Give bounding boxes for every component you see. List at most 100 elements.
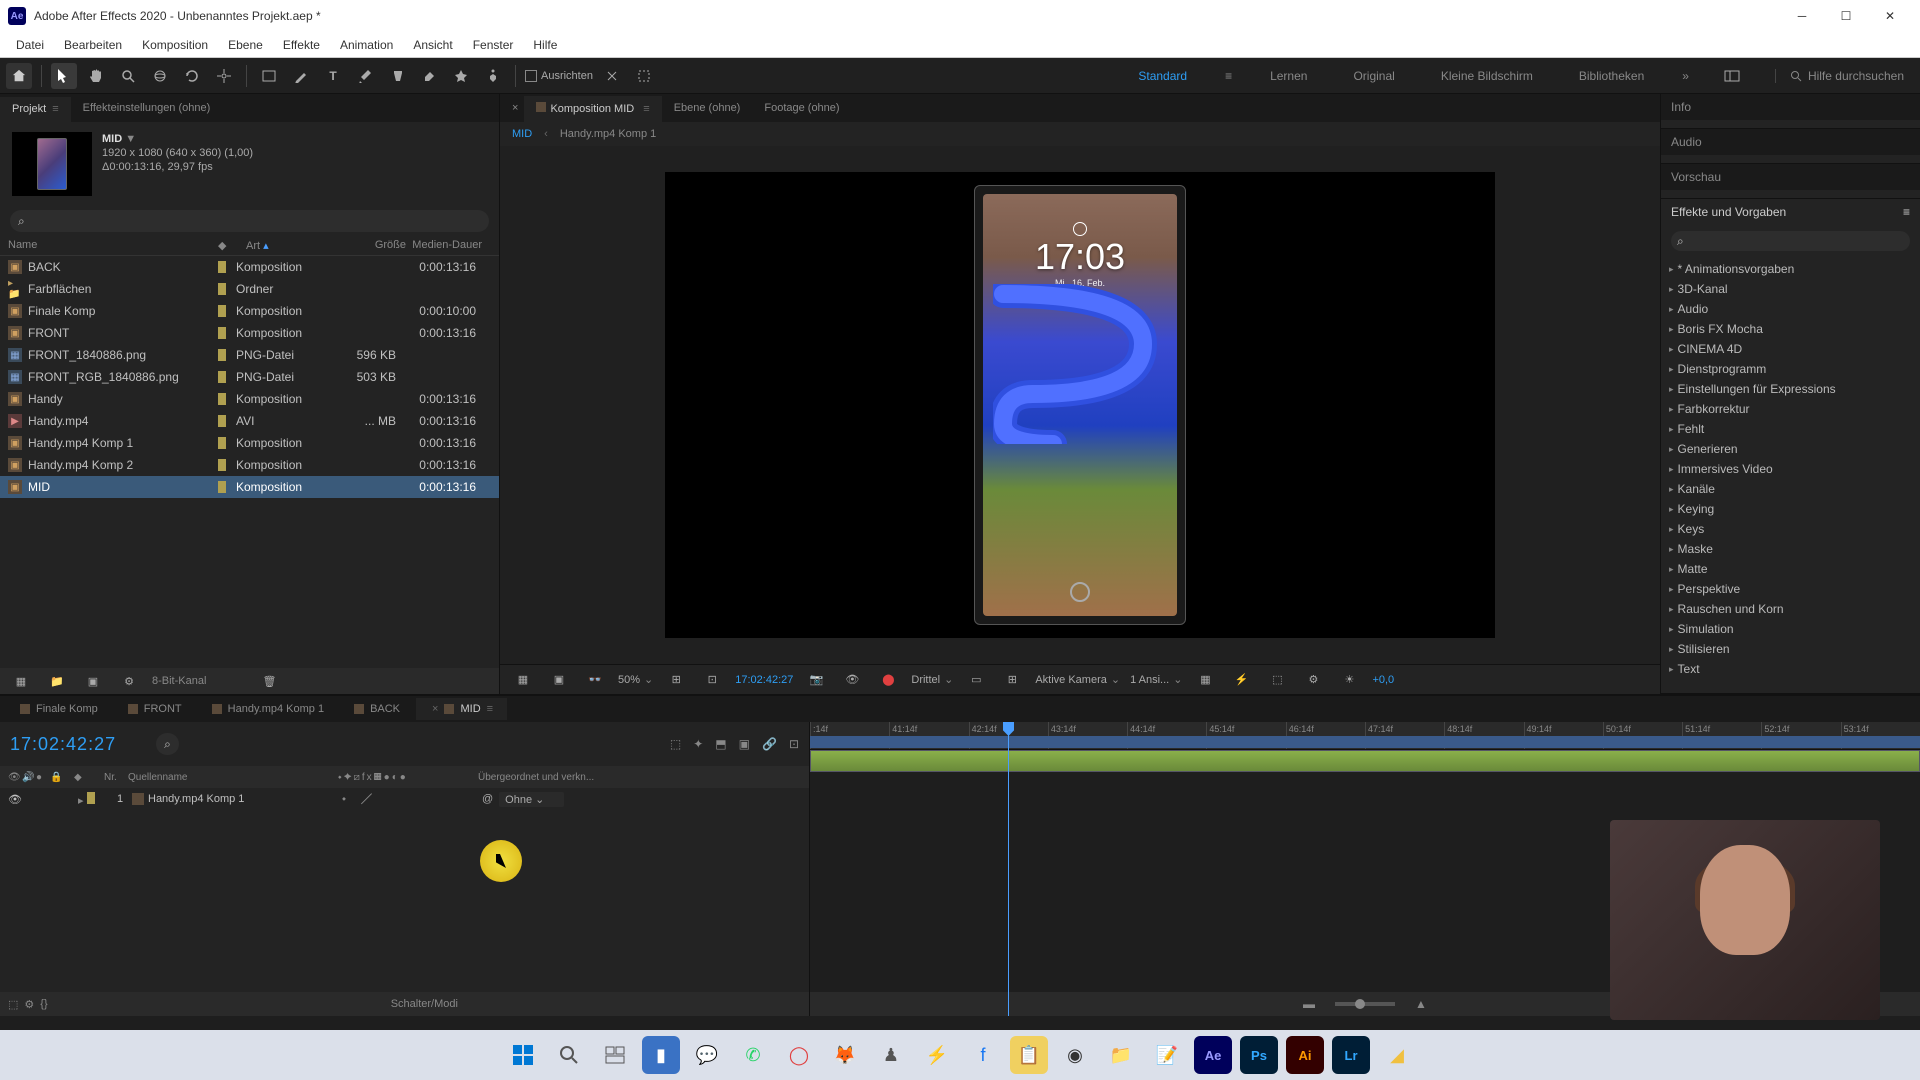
time-ruler[interactable]: :14f41:14f42:14f43:14f44:14f45:14f46:14f… <box>810 722 1920 750</box>
whatsapp-icon[interactable]: ✆ <box>734 1036 772 1074</box>
roto-tool[interactable] <box>448 63 474 89</box>
project-item[interactable]: ▣Handy.mp4 Komp 1Komposition0:00:13:16 <box>0 432 499 454</box>
task-view-button[interactable] <box>596 1036 634 1074</box>
panel-tab-info[interactable]: Info <box>1661 94 1920 120</box>
workspace-overflow-icon[interactable]: » <box>1682 69 1689 83</box>
col-lock-icon[interactable]: 🔒 <box>50 772 64 783</box>
workspace-menu-icon[interactable]: ≡ <box>1225 69 1232 83</box>
menu-effekte[interactable]: Effekte <box>273 34 330 56</box>
effects-search[interactable]: ⌕ <box>1671 231 1910 251</box>
col-name[interactable]: Name <box>8 239 218 252</box>
project-item[interactable]: ▣HandyKomposition0:00:13:16 <box>0 388 499 410</box>
hand-tool[interactable] <box>83 63 109 89</box>
renderer-icon[interactable]: ⚙ <box>1300 667 1326 693</box>
workspace-reset[interactable] <box>1719 63 1745 89</box>
home-button[interactable] <box>6 63 32 89</box>
effect-category[interactable]: ▸Keying <box>1669 499 1912 519</box>
start-button[interactable] <box>504 1036 542 1074</box>
effect-category[interactable]: ▸Farbkorrektur <box>1669 399 1912 419</box>
timeline-tab[interactable]: FRONT <box>114 698 196 720</box>
project-item[interactable]: ▦FRONT_1840886.pngPNG-Datei596 KB <box>0 344 499 366</box>
minimize-button[interactable]: ─ <box>1780 0 1824 32</box>
alpha-toggle-icon[interactable]: ▦ <box>510 667 536 693</box>
snap-toggle[interactable]: Ausrichten <box>525 70 593 82</box>
effect-category[interactable]: ▸Stilisieren <box>1669 639 1912 659</box>
effect-category[interactable]: ▸* Animationsvorgaben <box>1669 259 1912 279</box>
project-item[interactable]: ▦FRONT_RGB_1840886.pngPNG-Datei503 KB <box>0 366 499 388</box>
views-dropdown[interactable]: 1 Ansi... ⌄ <box>1130 673 1182 686</box>
notes-icon[interactable]: 📋 <box>1010 1036 1048 1074</box>
tl-icon-5[interactable]: 🔗 <box>762 737 777 751</box>
effect-category[interactable]: ▸Maske <box>1669 539 1912 559</box>
panel-tab-effects[interactable]: Effekte und Vorgaben≡ <box>1661 199 1920 225</box>
effect-category[interactable]: ▸CINEMA 4D <box>1669 339 1912 359</box>
zoom-in-icon[interactable]: ▲ <box>1415 997 1427 1011</box>
messenger-icon[interactable]: ⚡ <box>918 1036 956 1074</box>
eraser-tool[interactable] <box>416 63 442 89</box>
effect-category[interactable]: ▸Perspektive <box>1669 579 1912 599</box>
roi-icon[interactable]: ▭ <box>963 667 989 693</box>
app-icon-2[interactable]: ◢ <box>1378 1036 1416 1074</box>
project-item[interactable]: ▣MIDKomposition0:00:13:16 <box>0 476 499 498</box>
tl-foot-icon-3[interactable]: {} <box>40 998 47 1010</box>
effects-list[interactable]: ▸* Animationsvorgaben▸3D-Kanal▸Audio▸Bor… <box>1661 257 1920 693</box>
timeline-tab[interactable]: Handy.mp4 Komp 1 <box>198 698 338 720</box>
text-tool[interactable]: T <box>320 63 346 89</box>
project-item[interactable]: ▣Handy.mp4 Komp 2Komposition0:00:13:16 <box>0 454 499 476</box>
col-solo-icon[interactable]: ● <box>36 772 50 783</box>
tl-icon-6[interactable]: ⊡ <box>789 737 799 751</box>
timeline-tab[interactable]: × MID ≡ <box>416 698 507 720</box>
timeline-tab[interactable]: BACK <box>340 698 414 720</box>
menu-ansicht[interactable]: Ansicht <box>403 34 462 56</box>
interpret-footage-icon[interactable]: ▦ <box>8 668 34 694</box>
zoom-slider[interactable] <box>1335 1002 1395 1006</box>
col-size[interactable]: Größe <box>346 239 406 252</box>
illustrator-icon[interactable]: Ai <box>1286 1036 1324 1074</box>
trash-icon[interactable]: 🗑 <box>256 668 282 694</box>
panel-tab-audio[interactable]: Audio <box>1661 129 1920 155</box>
nav-comp-active[interactable]: MID <box>512 128 532 140</box>
col-number[interactable]: Nr. <box>104 772 128 783</box>
show-snapshot-icon[interactable]: 👁 <box>839 667 865 693</box>
project-item[interactable]: ▣Finale KompKomposition0:00:10:00 <box>0 300 499 322</box>
layer-twirl-icon[interactable]: ▸ <box>78 795 84 807</box>
after-effects-icon[interactable]: Ae <box>1194 1036 1232 1074</box>
effect-category[interactable]: ▸Fehlt <box>1669 419 1912 439</box>
camera-dropdown[interactable]: Aktive Kamera ⌄ <box>1035 673 1120 686</box>
brush-tool[interactable] <box>352 63 378 89</box>
tab-project[interactable]: Projekt≡ <box>0 97 71 122</box>
playhead[interactable] <box>1008 722 1009 1016</box>
workspace-standard[interactable]: Standard <box>1130 65 1195 87</box>
maximize-button[interactable]: ☐ <box>1824 0 1868 32</box>
menu-bearbeiten[interactable]: Bearbeiten <box>54 34 132 56</box>
workspace-learn[interactable]: Lernen <box>1262 65 1315 87</box>
lightroom-icon[interactable]: Lr <box>1332 1036 1370 1074</box>
workspace-libraries[interactable]: Bibliotheken <box>1571 65 1652 87</box>
mask-mode[interactable] <box>631 63 657 89</box>
work-area[interactable] <box>810 736 1920 748</box>
explorer-icon[interactable]: ▮ <box>642 1036 680 1074</box>
fast-preview-icon[interactable]: ⚡ <box>1228 667 1254 693</box>
pixel-aspect-icon[interactable]: ▦ <box>1192 667 1218 693</box>
selection-tool[interactable] <box>51 63 77 89</box>
transparency-grid-icon[interactable]: ▣ <box>546 667 572 693</box>
menu-datei[interactable]: Datei <box>6 34 54 56</box>
rotate-tool[interactable] <box>179 63 205 89</box>
rectangle-tool[interactable] <box>256 63 282 89</box>
nav-comp-link[interactable]: Handy.mp4 Komp 1 <box>560 128 656 140</box>
exposure-reset-icon[interactable]: ☀ <box>1336 667 1362 693</box>
pickwhip-icon[interactable]: @ <box>482 793 493 805</box>
app-icon-1[interactable]: ♟ <box>872 1036 910 1074</box>
project-search[interactable]: ⌕ <box>10 210 489 232</box>
composition-viewer[interactable]: 17:03 Mi., 16. Feb. <box>500 146 1660 664</box>
col-type[interactable]: Art ▴ <box>246 239 346 252</box>
menu-komposition[interactable]: Komposition <box>132 34 218 56</box>
layer-bar[interactable] <box>810 750 1920 772</box>
pen-tool[interactable] <box>288 63 314 89</box>
3d-icon[interactable]: ⬚ <box>1264 667 1290 693</box>
parent-dropdown[interactable]: Ohne ⌄ <box>499 792 564 807</box>
project-item[interactable]: ▶Handy.mp4AVI... MB0:00:13:16 <box>0 410 499 432</box>
effect-category[interactable]: ▸Audio <box>1669 299 1912 319</box>
tab-composition[interactable]: Komposition MID ≡ <box>524 96 661 122</box>
panel-tab-preview[interactable]: Vorschau <box>1661 164 1920 190</box>
